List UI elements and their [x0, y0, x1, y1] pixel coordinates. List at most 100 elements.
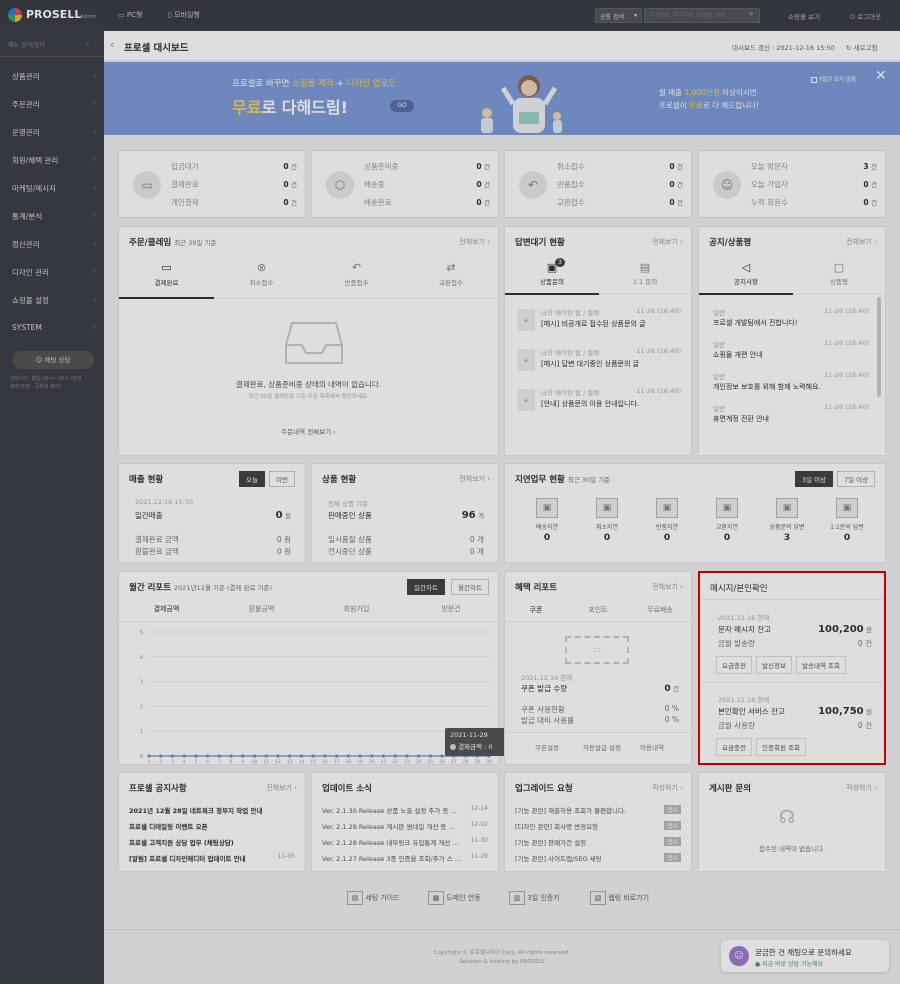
auto-issue-link[interactable]: 자동발급 설정: [583, 742, 621, 752]
data-point[interactable]: [206, 754, 210, 758]
col-visits[interactable]: 방문건: [404, 604, 498, 614]
back-icon[interactable]: ‹: [110, 38, 114, 51]
sidebar-item-operations[interactable]: 운영관리 ›: [12, 127, 96, 138]
data-point[interactable]: [217, 754, 221, 758]
sidebar-item-statistics[interactable]: 통계/분석 ›: [12, 211, 96, 222]
chat-consult-button[interactable]: ☺ 채팅 상담: [12, 351, 94, 369]
list-item[interactable]: [기능 관련] 재출하용 조회가 불편합니다. 접수: [515, 803, 681, 817]
identity-charge-button[interactable]: 요금충전: [716, 738, 752, 756]
data-point[interactable]: [370, 754, 374, 758]
list-item[interactable]: 일반 11-26 (16:40) 휴면계정 전환 안내: [713, 403, 869, 429]
tab-product-qna[interactable]: ▣ 3 상품문의: [505, 255, 599, 295]
sidebar-item-shop-settings[interactable]: 쇼핑몰 설정 ›: [12, 295, 96, 306]
verified-members-button[interactable]: 인증회원 조회: [756, 738, 806, 756]
mobile-view-link[interactable]: ▯ 모바일형: [168, 10, 200, 20]
list-item[interactable]: [디자인 관련] 회사명 변경요청 접수: [515, 819, 681, 833]
stat-row[interactable]: 일시품절 상품 0 개: [328, 534, 484, 545]
sidebar-item-settlement[interactable]: 정산관리 ›: [12, 239, 96, 250]
data-point[interactable]: [147, 754, 151, 758]
menu-filter[interactable]: 메뉴 검색/필터: [8, 40, 45, 49]
data-point[interactable]: [323, 754, 327, 758]
data-point[interactable]: [346, 754, 350, 758]
data-point[interactable]: [405, 754, 409, 758]
view-all-link[interactable]: 전체보기 ›: [459, 474, 490, 484]
list-item[interactable]: Ver. 2.1.29 Release 게시판 썸네일 개선 등 ... 12-0…: [322, 819, 488, 833]
tab-review[interactable]: ▢ 상품평: [793, 255, 885, 295]
stat-row[interactable]: 누적 회원수 0 건: [751, 197, 877, 208]
search-icon[interactable]: ⌕: [749, 9, 753, 19]
list-item[interactable]: 일반 11-26 (16:40) 개인정보 보호를 위해 함께 노력해요.: [713, 371, 869, 397]
sidebar-item-design[interactable]: 디자인 관리 ›: [12, 267, 96, 278]
quick-domain[interactable]: ▦ 도메인 연동: [428, 891, 481, 905]
chatbot-widget[interactable]: ☺ 궁금한 건 채팅으로 문의하세요 ● 지금 바로 상담 가능해요: [721, 940, 889, 972]
list-item[interactable]: ▴ 나의 메이킹 탑 / 블랙 11-26 (16:40) [안내] 상품문의 …: [517, 387, 681, 417]
view-all-link[interactable]: 전체보기 ›: [846, 237, 877, 247]
stat-row[interactable]: 전시중단 상품 0 개: [328, 546, 484, 557]
usage-history-link[interactable]: 이용내역: [640, 742, 664, 752]
quick-setting-guide[interactable]: ▤ 세팅 가이드: [347, 891, 400, 905]
stat-row[interactable]: 오늘 가입자 0 건: [751, 179, 877, 190]
tab-point[interactable]: 포인트: [567, 605, 629, 615]
data-point[interactable]: [393, 754, 397, 758]
data-point[interactable]: [299, 754, 304, 758]
data-point[interactable]: [276, 754, 280, 758]
stat-row[interactable]: 취소접수 0 건: [557, 161, 683, 172]
data-point[interactable]: [311, 754, 315, 758]
sidebar-item-orders[interactable]: 주문관리 ›: [12, 99, 96, 110]
sender-info-button[interactable]: 발신정보: [756, 656, 792, 674]
stat-row[interactable]: 결제완료 0 건: [171, 179, 297, 190]
sidebar-item-products[interactable]: 상품관리 ›: [12, 71, 96, 82]
tab-paid[interactable]: ▭ 결제완료: [119, 255, 214, 299]
data-point[interactable]: [182, 754, 186, 758]
pc-view-link[interactable]: ▭ PC형: [118, 10, 142, 20]
stat-row[interactable]: 상품준비중 0 건: [364, 161, 490, 172]
data-point[interactable]: [440, 754, 444, 758]
logout-link[interactable]: ⏻ 로그아웃: [850, 11, 881, 22]
list-item[interactable]: ▴ 나의 메이킹 탑 / 블랙 11-26 (16:40) [메시] 답변 대기…: [517, 347, 681, 377]
data-point[interactable]: [264, 754, 268, 758]
view-all-link[interactable]: 전체보기 ›: [459, 237, 490, 247]
list-item[interactable]: [알림] 프로셀 디자인에디터 업데이트 안내 11-05: [129, 851, 295, 865]
tab-free-shipping[interactable]: 무료배송: [629, 605, 691, 615]
collapse-icon[interactable]: ‹: [86, 39, 89, 48]
data-point[interactable]: [159, 754, 163, 758]
stat-row[interactable]: 개인결제 0 건: [171, 197, 297, 208]
sidebar-item-marketing[interactable]: 마케팅/메시지 ›: [12, 183, 96, 194]
stat-row[interactable]: 배송완료 0 건: [364, 197, 490, 208]
tab-week[interactable]: 이번: [269, 471, 295, 487]
coupon-settings-link[interactable]: 쿠폰설정: [535, 742, 559, 752]
view-all-link[interactable]: 전체보기 ›: [266, 783, 297, 793]
stat-row[interactable]: 배송중 0 건: [364, 179, 490, 190]
tab-coupon[interactable]: 쿠폰: [505, 605, 567, 615]
tab-daily-chart[interactable]: 일간차트: [407, 579, 445, 595]
col-signup[interactable]: 회원가입: [309, 604, 404, 614]
list-item[interactable]: 일반 11-26 (16:40) 쇼핑몰 개편 안내: [713, 339, 869, 365]
write-link[interactable]: 작성하기 ›: [652, 783, 683, 793]
order-all-link[interactable]: 주문내역 전체보기 ›: [119, 426, 498, 436]
list-item[interactable]: [기능 관련] 판매가건 설정 접수: [515, 835, 681, 849]
search-scope-select[interactable]: 공통 검색 ▾: [595, 8, 642, 23]
send-history-button[interactable]: 발송내역 조회: [796, 656, 846, 674]
data-point[interactable]: [241, 754, 245, 758]
tab-notice[interactable]: ◁ 공지사항: [699, 255, 793, 295]
list-item[interactable]: Ver. 2.1.27 Release 3중 인증을 조회/추가 스 ... 11…: [322, 851, 488, 865]
data-point[interactable]: [417, 754, 421, 758]
stat-row[interactable]: 입금대기 0 건: [171, 161, 297, 172]
list-item[interactable]: Ver. 2.1.30 Release 상품 노출 설정 추가 등 ... 12-…: [322, 803, 488, 817]
tab-1on1[interactable]: ▤ 1:1 문의: [599, 255, 691, 295]
data-point[interactable]: [194, 754, 198, 758]
data-point[interactable]: [288, 754, 292, 758]
search-input[interactable]: [644, 8, 760, 23]
list-item[interactable]: 프로셀 고객지원 상담 업무 (채팅상담): [129, 835, 295, 849]
refresh-button[interactable]: ↻ 새로고침: [846, 42, 877, 52]
tab-return[interactable]: ↶ 반품접수: [309, 255, 404, 299]
stat-row[interactable]: 교환접수 0 건: [557, 197, 683, 208]
data-point[interactable]: [170, 754, 175, 758]
tab-exchange[interactable]: ⇄ 교환접수: [404, 255, 498, 299]
list-item[interactable]: [기능 관련] 사이트맵/SEO 세팅 접수: [515, 851, 681, 865]
tab-today[interactable]: 오늘: [239, 471, 265, 487]
close-icon[interactable]: ✕: [875, 68, 887, 84]
delay-item[interactable]: ▣ 교환지연 0: [701, 498, 753, 543]
tab-monthly-chart[interactable]: 월간차트: [451, 579, 489, 595]
sms-charge-button[interactable]: 요금충전: [716, 656, 752, 674]
